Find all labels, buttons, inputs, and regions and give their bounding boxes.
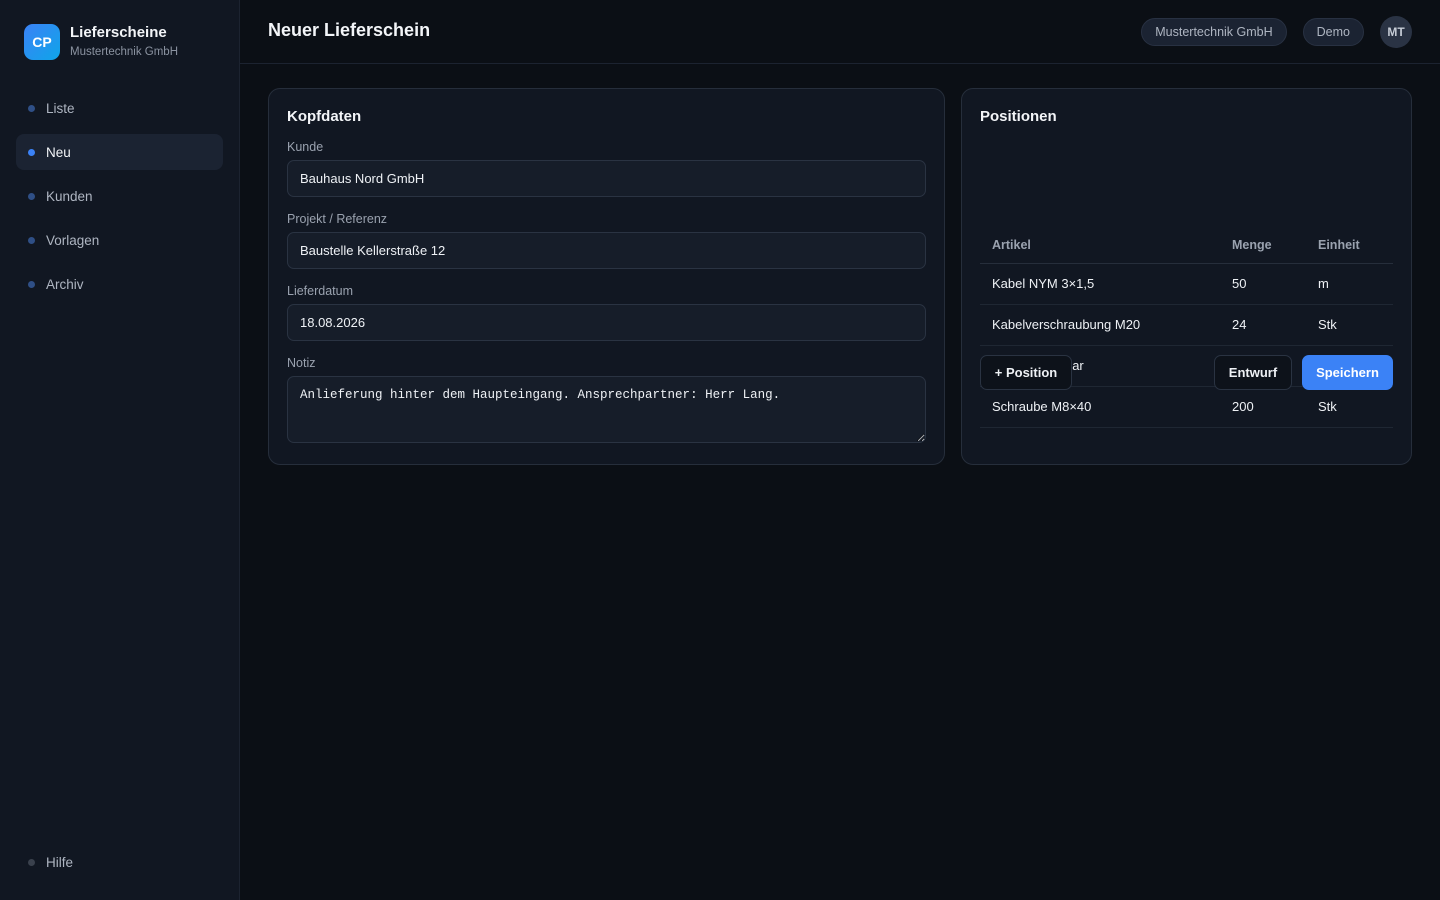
cell-artikel: Schraube M8×40 bbox=[980, 386, 1220, 428]
column-header-menge: Menge bbox=[1220, 227, 1306, 264]
topbar-actions: Mustertechnik GmbH Demo MT bbox=[1125, 16, 1412, 48]
cell-menge: 24 bbox=[1220, 304, 1306, 346]
sidebar-item-label: Hilfe bbox=[46, 854, 74, 870]
table-header-row: Artikel Menge Einheit bbox=[980, 227, 1393, 264]
sidebar-item-label: Vorlagen bbox=[46, 232, 100, 248]
draft-button[interactable]: Entwurf bbox=[1214, 355, 1292, 390]
positionen-title: Positionen bbox=[980, 108, 1057, 125]
sidebar-item-neu[interactable]: Neu bbox=[16, 134, 223, 170]
bullet-icon bbox=[28, 104, 35, 112]
bullet-icon bbox=[28, 192, 35, 200]
lieferdatum-label: Lieferdatum bbox=[287, 284, 354, 298]
positionen-card: Positionen Artikel Menge Einheit Kabel N… bbox=[961, 88, 1412, 465]
cell-artikel: Kabel NYM 3×1,5 bbox=[980, 263, 1220, 305]
cell-einheit: m bbox=[1306, 263, 1393, 305]
sidebar: CP Lieferscheine Mustertechnik GmbH List… bbox=[0, 0, 240, 900]
projekt-input[interactable] bbox=[287, 232, 926, 269]
demo-chip[interactable]: Demo bbox=[1302, 18, 1364, 46]
table-row[interactable]: Kabel NYM 3×1,5 50 m bbox=[980, 263, 1393, 305]
cell-menge: 200 bbox=[1220, 386, 1306, 428]
positionen-table: Artikel Menge Einheit Kabel NYM 3×1,5 50… bbox=[980, 227, 1393, 428]
cell-menge: 50 bbox=[1220, 263, 1306, 305]
column-header-artikel: Artikel bbox=[980, 227, 1220, 264]
cell-einheit: Stk bbox=[1306, 386, 1393, 428]
sidebar-item-liste[interactable]: Liste bbox=[16, 90, 223, 126]
add-position-button[interactable]: + Position bbox=[980, 355, 1072, 390]
sidebar-item-label: Neu bbox=[46, 144, 71, 160]
lieferdatum-input[interactable] bbox=[287, 304, 926, 341]
brand-subtitle: Mustertechnik GmbH bbox=[70, 46, 179, 58]
projekt-label: Projekt / Referenz bbox=[287, 212, 388, 226]
sidebar-item-hilfe[interactable]: Hilfe bbox=[16, 844, 223, 880]
kunde-input[interactable] bbox=[287, 160, 926, 197]
topbar: Neuer Lieferschein Mustertechnik GmbH De… bbox=[240, 0, 1440, 64]
sidebar-item-label: Liste bbox=[46, 100, 75, 116]
brand: CP Lieferscheine Mustertechnik GmbH bbox=[24, 24, 178, 60]
page-title: Neuer Lieferschein bbox=[268, 20, 431, 40]
kunde-label: Kunde bbox=[287, 140, 324, 154]
avatar[interactable]: MT bbox=[1380, 16, 1412, 48]
sidebar-item-archiv[interactable]: Archiv bbox=[16, 266, 223, 302]
column-header-einheit: Einheit bbox=[1306, 227, 1393, 264]
sidebar-item-label: Archiv bbox=[46, 276, 84, 292]
sidebar-nav: Liste Neu Kunden Vorlagen Archiv bbox=[16, 90, 223, 310]
company-chip[interactable]: Mustertechnik GmbH bbox=[1141, 18, 1287, 46]
notiz-textarea[interactable]: Anlieferung hinter dem Haupteingang. Ans… bbox=[287, 376, 926, 443]
kopfdaten-title: Kopfdaten bbox=[287, 108, 362, 125]
sidebar-item-label: Kunden bbox=[46, 188, 93, 204]
bullet-icon bbox=[28, 858, 35, 866]
brand-title: Lieferscheine bbox=[70, 24, 167, 41]
brand-text: Lieferscheine Mustertechnik GmbH bbox=[70, 24, 178, 60]
kopfdaten-card: Kopfdaten Kunde Projekt / Referenz Liefe… bbox=[268, 88, 945, 465]
sidebar-item-kunden[interactable]: Kunden bbox=[16, 178, 223, 214]
bullet-icon bbox=[28, 280, 35, 288]
brand-logo: CP bbox=[24, 24, 60, 60]
bullet-icon bbox=[28, 236, 35, 244]
cell-artikel: Kabelverschraubung M20 bbox=[980, 304, 1220, 346]
save-button[interactable]: Speichern bbox=[1302, 355, 1393, 390]
cell-einheit: Stk bbox=[1306, 304, 1393, 346]
notiz-label: Notiz bbox=[287, 356, 316, 370]
table-row[interactable]: Kabelverschraubung M20 24 Stk bbox=[980, 304, 1393, 346]
bullet-icon bbox=[28, 148, 35, 156]
table-row[interactable]: Schraube M8×40 200 Stk bbox=[980, 386, 1393, 428]
sidebar-item-vorlagen[interactable]: Vorlagen bbox=[16, 222, 223, 258]
